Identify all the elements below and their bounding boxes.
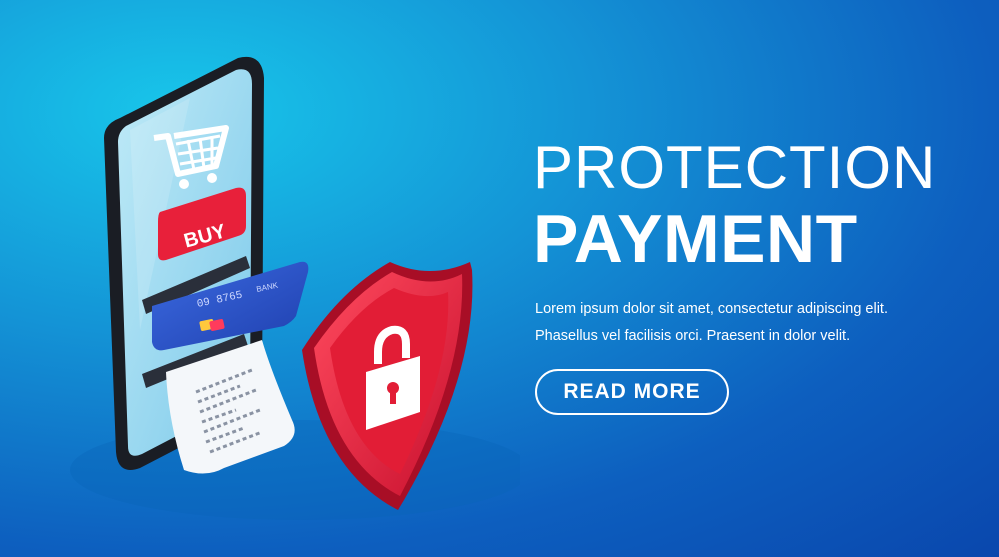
description-line-1: Lorem ipsum dolor sit amet, consectetur … [535,301,888,317]
headline-protection: PROTECTION [533,134,937,201]
headline-payment: PAYMENT [533,201,858,277]
read-more-button[interactable]: READ MORE [535,369,729,415]
payment-illustration: BUY 09 8765 BANK [70,56,520,520]
description: Lorem ipsum dolor sit amet, consectetur … [535,296,888,350]
description-line-2: Phasellus vel facilisis orci. Praesent i… [535,328,851,344]
